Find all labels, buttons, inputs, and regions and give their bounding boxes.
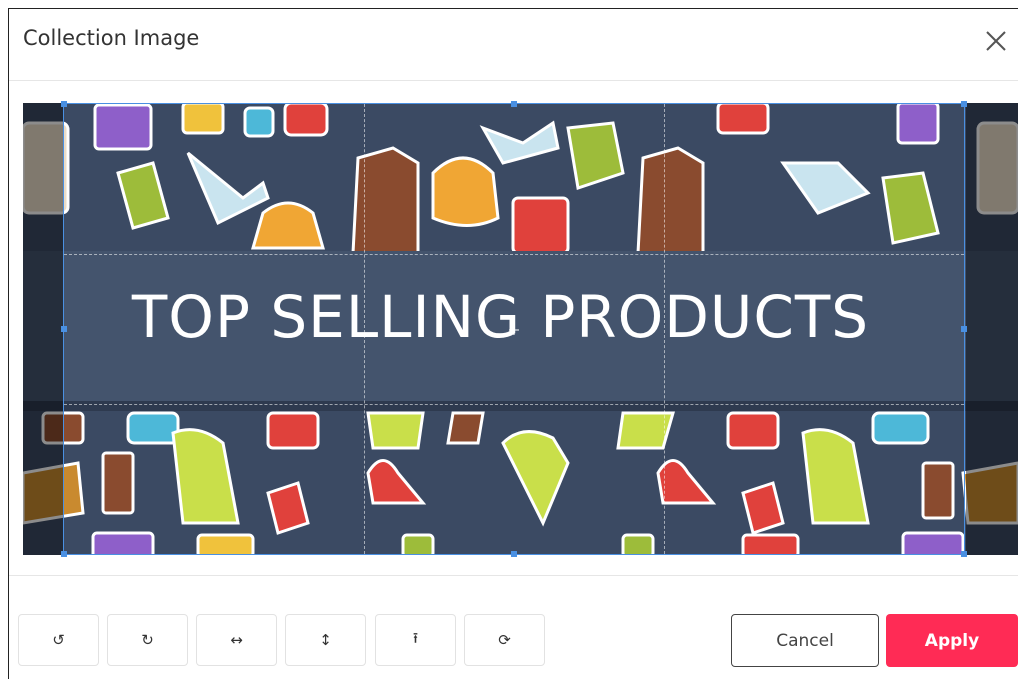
close-icon[interactable] bbox=[982, 27, 1010, 55]
collection-image-dialog: Collection Image TOP SELLING PRODUCTS ↺ … bbox=[0, 0, 1018, 679]
flip-horizontal-button[interactable]: ↔ bbox=[196, 614, 277, 666]
crop-handle-top-right[interactable] bbox=[961, 101, 967, 107]
flip-vertical-button[interactable]: ↕ bbox=[285, 614, 366, 666]
cancel-button[interactable]: Cancel bbox=[731, 614, 879, 667]
crop-handle-bottom[interactable] bbox=[511, 551, 517, 557]
footer-divider bbox=[9, 575, 1018, 576]
rotate-right-button[interactable]: ↻ bbox=[107, 614, 188, 666]
dialog-title: Collection Image bbox=[23, 26, 200, 50]
rotate-right-icon: ↻ bbox=[141, 631, 154, 649]
crop-handle-top-left[interactable] bbox=[61, 101, 67, 107]
flip-vertical-icon: ↕ bbox=[319, 631, 332, 649]
reset-icon: ⟳ bbox=[498, 631, 511, 649]
dialog-border-left bbox=[8, 8, 9, 679]
rotate-left-button[interactable]: ↺ bbox=[18, 614, 99, 666]
crop-center-icon bbox=[509, 325, 519, 335]
crop-guide-horizontal-2 bbox=[64, 404, 964, 405]
apply-button[interactable]: Apply bbox=[886, 614, 1018, 667]
crop-handle-bottom-right[interactable] bbox=[961, 551, 967, 557]
crop-guide-vertical-1 bbox=[364, 104, 365, 554]
upload-icon: ⭱ bbox=[412, 628, 419, 647]
flip-horizontal-icon: ↔ bbox=[230, 631, 243, 649]
crop-mask-left bbox=[23, 103, 63, 555]
crop-box[interactable] bbox=[61, 101, 967, 557]
upload-button[interactable]: ⭱ bbox=[375, 614, 456, 666]
crop-guide-vertical-2 bbox=[664, 104, 665, 554]
crop-handle-top[interactable] bbox=[511, 101, 517, 107]
crop-mask-right bbox=[966, 103, 1018, 555]
header-divider bbox=[9, 80, 1018, 81]
crop-handle-left[interactable] bbox=[61, 326, 67, 332]
crop-handle-bottom-left[interactable] bbox=[61, 551, 67, 557]
crop-handle-right[interactable] bbox=[961, 326, 967, 332]
dialog-border-top bbox=[8, 8, 1018, 9]
rotate-left-icon: ↺ bbox=[52, 631, 65, 649]
reset-button[interactable]: ⟳ bbox=[464, 614, 545, 666]
crop-guide-horizontal-1 bbox=[64, 254, 964, 255]
